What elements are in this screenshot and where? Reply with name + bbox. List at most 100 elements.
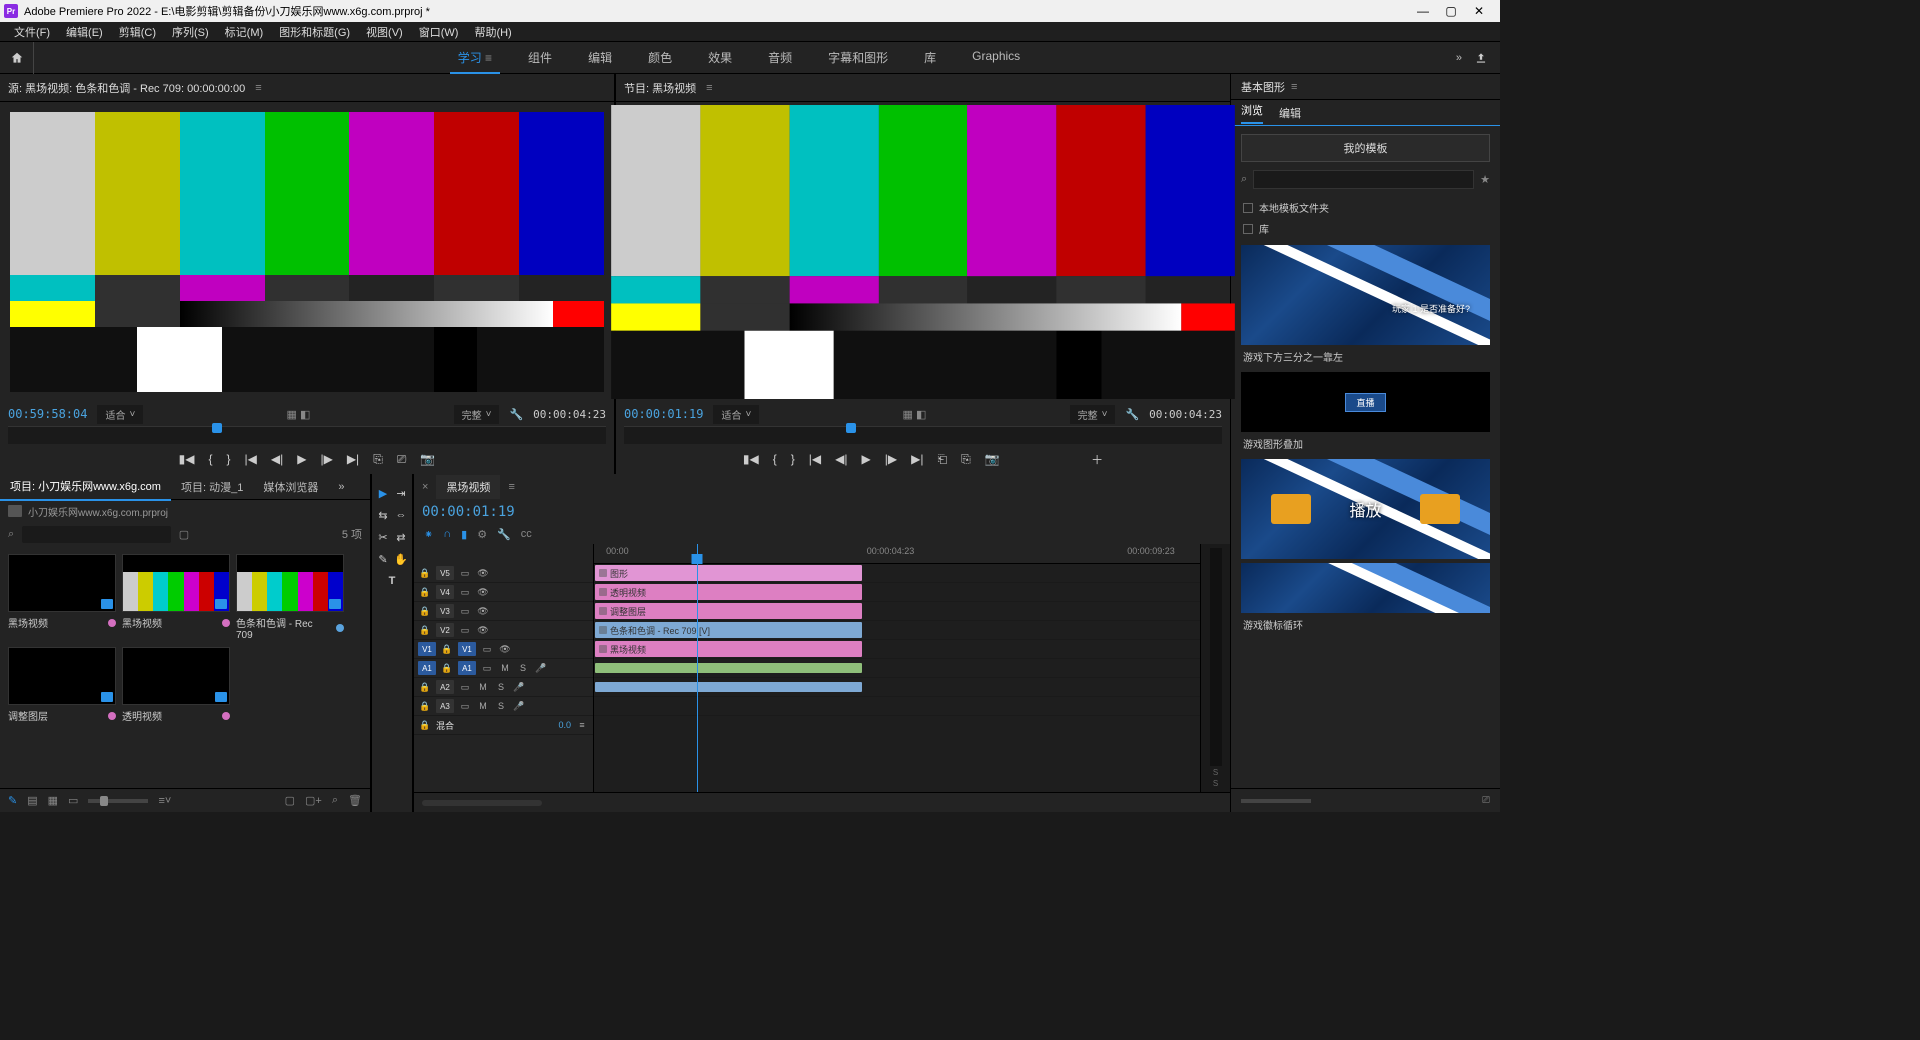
template-item[interactable]: 直播游戏图形叠加 [1241, 372, 1490, 455]
menu-item[interactable]: 文件(F) [8, 22, 56, 42]
go-in-icon[interactable]: |◀ [809, 452, 821, 466]
track-select-tool[interactable]: ⇥ [393, 485, 409, 501]
sync-lock-icon[interactable]: ▭ [480, 661, 494, 675]
list-view-icon[interactable]: ✎ [8, 794, 17, 807]
track-row[interactable]: 色条和色调 - Rec 709 [V] [594, 621, 1200, 640]
wrench-icon[interactable]: 🔧 [1125, 408, 1139, 421]
template-item[interactable]: 玩家 1 是否准备好?游戏下方三分之一靠左 [1241, 245, 1490, 368]
voiceover-icon[interactable]: 🎤 [512, 680, 526, 694]
lock-icon[interactable]: 🔒 [418, 566, 432, 580]
sync-lock-icon[interactable]: ▭ [458, 623, 472, 637]
source-scrubber[interactable] [8, 426, 606, 444]
overwrite-icon[interactable]: ⎚ [397, 452, 407, 467]
menu-item[interactable]: 序列(S) [166, 22, 215, 42]
lock-icon[interactable]: 🔒 [418, 680, 432, 694]
track-header[interactable]: 🔒V5▭👁 [414, 564, 593, 583]
lock-icon[interactable]: 🔒 [418, 585, 432, 599]
caption-icon[interactable]: cc [521, 528, 532, 540]
home-button[interactable] [0, 42, 34, 74]
source-video[interactable] [0, 102, 614, 402]
new-bin-icon[interactable]: ▢ [285, 794, 295, 807]
track-target[interactable]: V5 [436, 566, 454, 580]
track-header[interactable]: 🔒V3▭👁 [414, 602, 593, 621]
checkbox-local-folder[interactable]: 本地模板文件夹 [1231, 197, 1500, 218]
voiceover-icon[interactable]: 🎤 [534, 661, 548, 675]
track-target[interactable]: A3 [436, 699, 454, 713]
clip-thumb[interactable]: 黑场视频 [122, 554, 230, 641]
lock-icon[interactable]: 🔒 [418, 718, 432, 732]
add-button-icon[interactable]: ＋ [1091, 451, 1103, 468]
overflow-icon[interactable]: » [328, 476, 354, 498]
settings-icon[interactable]: ⚙ [477, 528, 487, 541]
zoom-slider[interactable] [88, 799, 148, 803]
icon-view-icon[interactable]: ▤ [27, 794, 37, 807]
workspace-tab[interactable]: 库 [906, 41, 954, 74]
timeline-timecode[interactable]: 00:00:01:19 [422, 504, 515, 520]
filter-bin-icon[interactable]: ▢ [179, 528, 189, 541]
mute-button[interactable]: M [476, 699, 490, 713]
menu-item[interactable]: 视图(V) [360, 22, 409, 42]
sync-lock-icon[interactable]: ▭ [458, 585, 472, 599]
step-back-icon[interactable]: ◀| [271, 452, 283, 466]
selection-tool[interactable]: ▶ [375, 485, 391, 501]
eg-import-icon[interactable]: ⎚ [1482, 795, 1490, 806]
checkbox-library[interactable]: 库 [1231, 218, 1500, 239]
clip-thumb[interactable]: 色条和色调 - Rec 709 [236, 554, 344, 641]
solo-button[interactable]: S [516, 661, 530, 675]
go-out-icon[interactable]: ▶| [911, 452, 923, 466]
eg-tab-browse[interactable]: 浏览 [1241, 102, 1263, 124]
panel-menu-icon[interactable]: ≡ [255, 82, 261, 94]
workspace-tab[interactable]: Graphics [954, 41, 1038, 74]
my-templates-button[interactable]: 我的模板 [1241, 134, 1490, 162]
linked-sel-icon[interactable]: ∩ [443, 528, 451, 540]
close-button[interactable]: ✕ [1472, 4, 1486, 18]
mute-button[interactable]: M [498, 661, 512, 675]
rolling-tool[interactable]: ⇔ [393, 507, 409, 523]
trash-icon[interactable]: 🗑 [348, 794, 362, 807]
project-search-input[interactable] [22, 526, 171, 543]
eye-icon[interactable]: 👁 [476, 623, 490, 637]
maximize-button[interactable]: ▢ [1444, 4, 1458, 18]
timeline-clip[interactable]: 图形 [595, 565, 862, 581]
view-menu-icon[interactable]: ≡˅ [158, 795, 171, 807]
track-target[interactable]: V2 [436, 623, 454, 637]
workspace-tab[interactable]: 编辑 [570, 41, 630, 74]
overflow-icon[interactable]: » [1456, 52, 1462, 64]
timeline-clip[interactable]: 透明视频 [595, 584, 862, 600]
clip-thumb[interactable]: 透明视频 [122, 647, 230, 723]
workspace-tab[interactable]: 效果 [690, 41, 750, 74]
lift-icon[interactable]: ⎗ [937, 452, 947, 467]
track-row[interactable]: 图形 [594, 564, 1200, 583]
go-in-icon[interactable]: |◀ [245, 452, 257, 466]
timeline-clip[interactable]: 黑场视频 [595, 641, 862, 657]
play-icon[interactable]: ▶ [297, 452, 306, 466]
step-fwd-icon[interactable]: |▶ [320, 452, 332, 466]
sync-lock-icon[interactable]: ▭ [458, 699, 472, 713]
program-fit-select[interactable]: 适合 ˅ [713, 405, 759, 424]
sort-icon[interactable]: ▭ [68, 794, 78, 807]
mark-out-icon[interactable]: { [208, 452, 212, 466]
freeform-view-icon[interactable]: ▦ [48, 794, 58, 807]
timeline-zoom[interactable] [422, 800, 542, 806]
program-scrubber[interactable] [624, 426, 1222, 444]
sync-lock-icon[interactable]: ▭ [480, 642, 494, 656]
eye-icon[interactable]: 👁 [476, 566, 490, 580]
play-icon[interactable]: ▶ [862, 452, 871, 466]
track-header[interactable]: 🔒A3▭MS🎤 [414, 697, 593, 716]
mute-button[interactable]: M [476, 680, 490, 694]
workspace-tab[interactable]: 组件 [510, 41, 570, 74]
menu-item[interactable]: 帮助(H) [468, 22, 517, 42]
timeline-clip[interactable]: 色条和色调 - Rec 709 [V] [595, 622, 862, 638]
minimize-button[interactable]: ― [1416, 4, 1430, 18]
project-tab[interactable]: 项目: 小刀娱乐网www.x6g.com [0, 473, 171, 501]
workspace-tab[interactable]: 字幕和图形 [810, 41, 906, 74]
menu-item[interactable]: 剪辑(C) [113, 22, 162, 42]
pen-tool[interactable]: ✎ [375, 551, 391, 567]
workspace-tab[interactable]: 学习 ≡ [440, 41, 510, 74]
lock-icon[interactable]: 🔒 [418, 623, 432, 637]
track-header[interactable]: 🔒A2▭MS🎤 [414, 678, 593, 697]
track-header[interactable]: A1🔒A1▭MS🎤 [414, 659, 593, 678]
program-opts-icon[interactable]: ▦ ◧ [903, 408, 927, 421]
source-mode-select[interactable]: 完整 ˅ [454, 405, 500, 424]
eg-zoom-slider[interactable] [1241, 799, 1311, 803]
